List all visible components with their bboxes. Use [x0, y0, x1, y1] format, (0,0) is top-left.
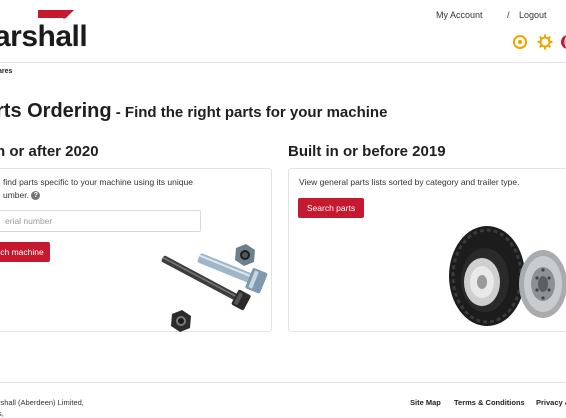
- search-parts-button[interactable]: Search parts: [298, 198, 364, 218]
- logo[interactable]: arshall: [0, 20, 88, 54]
- right-description: View general parts lists sorted by categ…: [299, 177, 520, 187]
- footer-link-site-map[interactable]: Site Map: [410, 398, 441, 407]
- page-subtitle: - Find the right parts for your machine: [111, 104, 388, 121]
- breadcrumb-current[interactable]: ares: [0, 68, 12, 75]
- bolts-and-nuts-image: [161, 244, 268, 332]
- left-section-title: n or after 2020: [0, 143, 99, 160]
- footer-link-terms[interactable]: Terms & Conditions: [454, 398, 525, 407]
- help-icon[interactable]: ?: [31, 191, 41, 201]
- trailer-wheels-image: [449, 226, 566, 326]
- page-title: rts Ordering - Find the right parts for …: [0, 100, 387, 123]
- search-machine-button[interactable]: ch machine: [0, 242, 50, 262]
- left-description-line1: find parts specific to your machine usin…: [3, 177, 193, 187]
- globe-icon[interactable]: [560, 34, 566, 50]
- footer-link-privacy[interactable]: Privacy &: [536, 398, 566, 407]
- site-header: arshall My Account / Logout: [0, 0, 566, 63]
- left-description-line2: umber. ?: [3, 189, 41, 202]
- gear-icon[interactable]: [537, 34, 553, 50]
- footer-company-line1: rshall (Aberdeen) Limited,: [0, 398, 84, 407]
- target-icon[interactable]: [512, 34, 528, 50]
- logout-link[interactable]: Logout: [519, 10, 547, 20]
- right-section-title: Built in or before 2019: [288, 143, 446, 160]
- site-footer: rshall (Aberdeen) Limited, s, Site Map T…: [0, 382, 566, 418]
- header-separator: /: [507, 10, 510, 20]
- my-account-link[interactable]: My Account: [436, 10, 483, 20]
- serial-number-input[interactable]: erial number: [0, 210, 201, 232]
- page-title-main: rts Ordering: [0, 100, 112, 122]
- left-description-line2-text: umber.: [3, 190, 29, 200]
